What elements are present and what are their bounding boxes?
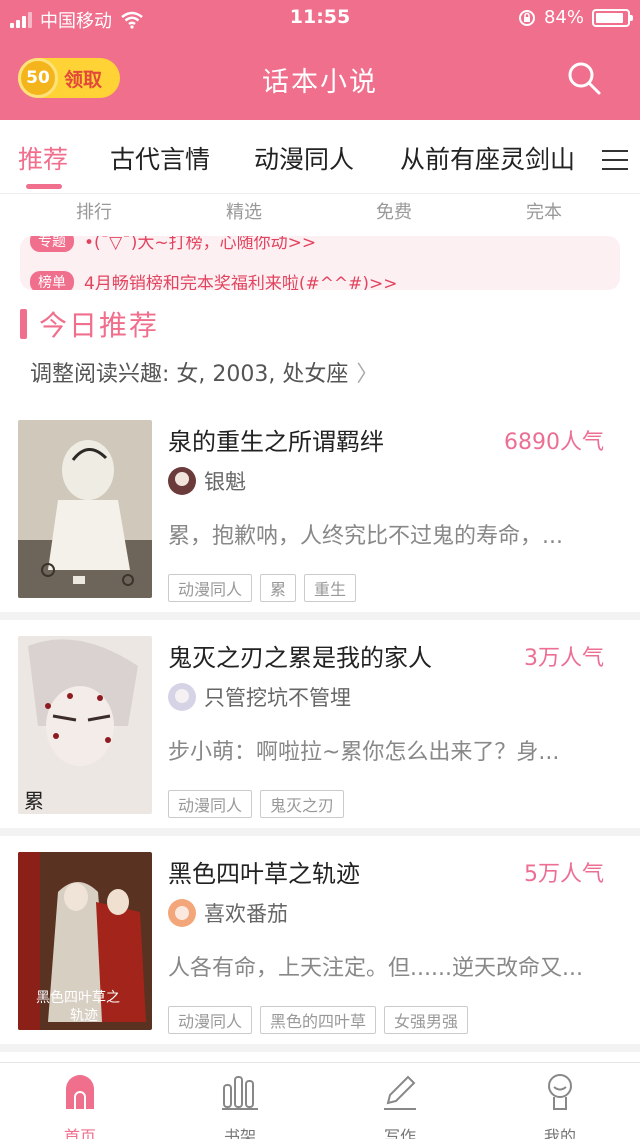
category-tabs: 推荐 古代言情 动漫同人 从前有座灵剑山: [0, 120, 640, 194]
book-title: 泉的重生之所谓羁绊: [168, 428, 384, 456]
notice-carousel[interactable]: 专题 •(¯▽¯)大~打榜，心随你动>> 榜单 4月畅销榜和完本奖福利来啦(#^…: [20, 236, 620, 290]
battery-icon: [592, 8, 633, 27]
bottom-tab-bar: 首页 书架 写作 我的: [0, 1062, 640, 1139]
avatar: [168, 899, 196, 927]
pencil-icon: [384, 1075, 416, 1110]
book-summary: 累，抱歉呐，人终究比不过鬼的寿命，...: [168, 524, 563, 549]
reading-preference-link[interactable]: 调整阅读兴趣: 女, 2003, 处女座〉: [30, 356, 378, 388]
app-title: 话本小说: [262, 67, 378, 98]
svg-text:黑色四叶草之: 黑色四叶草之: [36, 989, 120, 1006]
avatar: [168, 467, 196, 495]
tab-label: 写作: [383, 1127, 416, 1139]
book-title: 鬼灭之刃之累是我的家人: [168, 644, 432, 672]
author[interactable]: 喜欢番茄: [168, 898, 288, 928]
tab-label: 书架: [223, 1127, 256, 1139]
active-tab-indicator: [26, 184, 62, 189]
book-summary: 人各有命，上天注定。但......逆天改命又...: [168, 956, 583, 981]
home-icon: [66, 1075, 94, 1109]
tab-bookshelf[interactable]: 书架: [180, 1071, 300, 1139]
section-title-text: 今日推荐: [39, 309, 160, 342]
notice-text: 4月畅销榜和完本奖福利来啦(#^^#)>>: [84, 274, 398, 290]
author[interactable]: 银魁: [168, 466, 246, 496]
popularity-count: 5万人气: [524, 862, 604, 887]
tag[interactable]: 动漫同人: [168, 790, 253, 818]
notice-tag: 榜单: [30, 270, 74, 290]
preference-text: 调整阅读兴趣: 女, 2003, 处女座: [30, 362, 349, 387]
author-name: 银魁: [204, 470, 246, 494]
divider: [0, 612, 640, 620]
tag[interactable]: 鬼灭之刃: [260, 790, 345, 818]
tag-list: 动漫同人 累 重生: [168, 574, 357, 602]
section-title: 今日推荐: [20, 304, 159, 344]
subnav-free[interactable]: 免费: [354, 198, 434, 224]
avatar: [168, 683, 196, 711]
subnav-featured[interactable]: 精选: [204, 198, 284, 224]
author-name: 喜欢番茄: [204, 902, 288, 926]
section-accent-bar: [20, 309, 27, 339]
book-card[interactable]: 黑色四叶草之 轨迹 黑色四叶草之轨迹 5万人气 喜欢番茄 人各有命，上天注定。但…: [0, 852, 640, 1058]
popularity-count: 6890人气: [504, 430, 604, 455]
book-cover: 累: [18, 636, 152, 814]
tab-home[interactable]: 首页: [20, 1071, 140, 1139]
bookshelf-icon: [222, 1076, 258, 1110]
tag[interactable]: 动漫同人: [168, 574, 253, 602]
divider: [0, 828, 640, 836]
tab-anime-fanfic[interactable]: 动漫同人: [254, 140, 354, 176]
book-cover: [18, 420, 152, 598]
tag-list: 动漫同人 鬼灭之刃: [168, 790, 345, 818]
author-name: 只管挖坑不管埋: [204, 686, 351, 710]
tab-write[interactable]: 写作: [340, 1071, 460, 1139]
tab-lingjian-mountain[interactable]: 从前有座灵剑山: [400, 140, 575, 176]
notice-text: •(¯▽¯)大~打榜，心随你动>>: [84, 236, 317, 253]
tab-label: 首页: [63, 1127, 96, 1139]
tag[interactable]: 累: [260, 574, 297, 602]
book-card[interactable]: 泉的重生之所谓羁绊 6890人气 银魁 累，抱歉呐，人终究比不过鬼的寿命，...…: [0, 420, 640, 626]
menu-icon[interactable]: [602, 150, 628, 172]
tab-ancient-romance[interactable]: 古代言情: [110, 140, 210, 176]
book-cover: 黑色四叶草之 轨迹: [18, 852, 152, 1030]
tab-label: 我的: [543, 1127, 576, 1139]
book-title: 黑色四叶草之轨迹: [168, 860, 360, 888]
book-summary: 步小萌：啊啦拉~累你怎么出来了？身...: [168, 740, 560, 765]
tag[interactable]: 重生: [304, 574, 357, 602]
subnav-ranking[interactable]: 排行: [54, 198, 134, 224]
svg-text:轨迹: 轨迹: [70, 1008, 98, 1024]
tag[interactable]: 黑色的四叶草: [260, 1006, 377, 1034]
popularity-count: 3万人气: [524, 646, 604, 671]
orientation-lock-icon: [518, 9, 535, 26]
divider: [0, 1044, 640, 1052]
notice-item[interactable]: 榜单 4月畅销榜和完本奖福利来啦(#^^#)>>: [30, 269, 398, 290]
tag[interactable]: 动漫同人: [168, 1006, 253, 1034]
tab-me[interactable]: 我的: [500, 1071, 620, 1139]
status-bar: 中国移动 11:55 84%: [0, 0, 640, 36]
sub-nav: 排行 精选 免费 完本: [0, 196, 640, 226]
author[interactable]: 只管挖坑不管埋: [168, 682, 351, 712]
profile-icon: [548, 1074, 572, 1110]
svg-text:累: 累: [24, 789, 44, 813]
book-card[interactable]: 累 鬼灭之刃之累是我的家人 3万人气 只管挖坑不管埋 步小萌：啊啦拉~累你怎么出…: [0, 636, 640, 842]
app-header: 中国移动 11:55 84% 50 领取 话本小说: [0, 0, 640, 120]
notice-tag: 专题: [30, 236, 74, 252]
search-icon[interactable]: [566, 60, 602, 96]
chevron-right-icon: 〉: [356, 362, 379, 387]
tab-recommend[interactable]: 推荐: [18, 140, 68, 176]
battery-percent: 84%: [543, 7, 584, 28]
notice-item[interactable]: 专题 •(¯▽¯)大~打榜，心随你动>>: [30, 236, 316, 253]
tag[interactable]: 女强男强: [384, 1006, 469, 1034]
subnav-completed[interactable]: 完本: [504, 198, 584, 224]
tag-list: 动漫同人 黑色的四叶草 女强男强: [168, 1006, 469, 1034]
